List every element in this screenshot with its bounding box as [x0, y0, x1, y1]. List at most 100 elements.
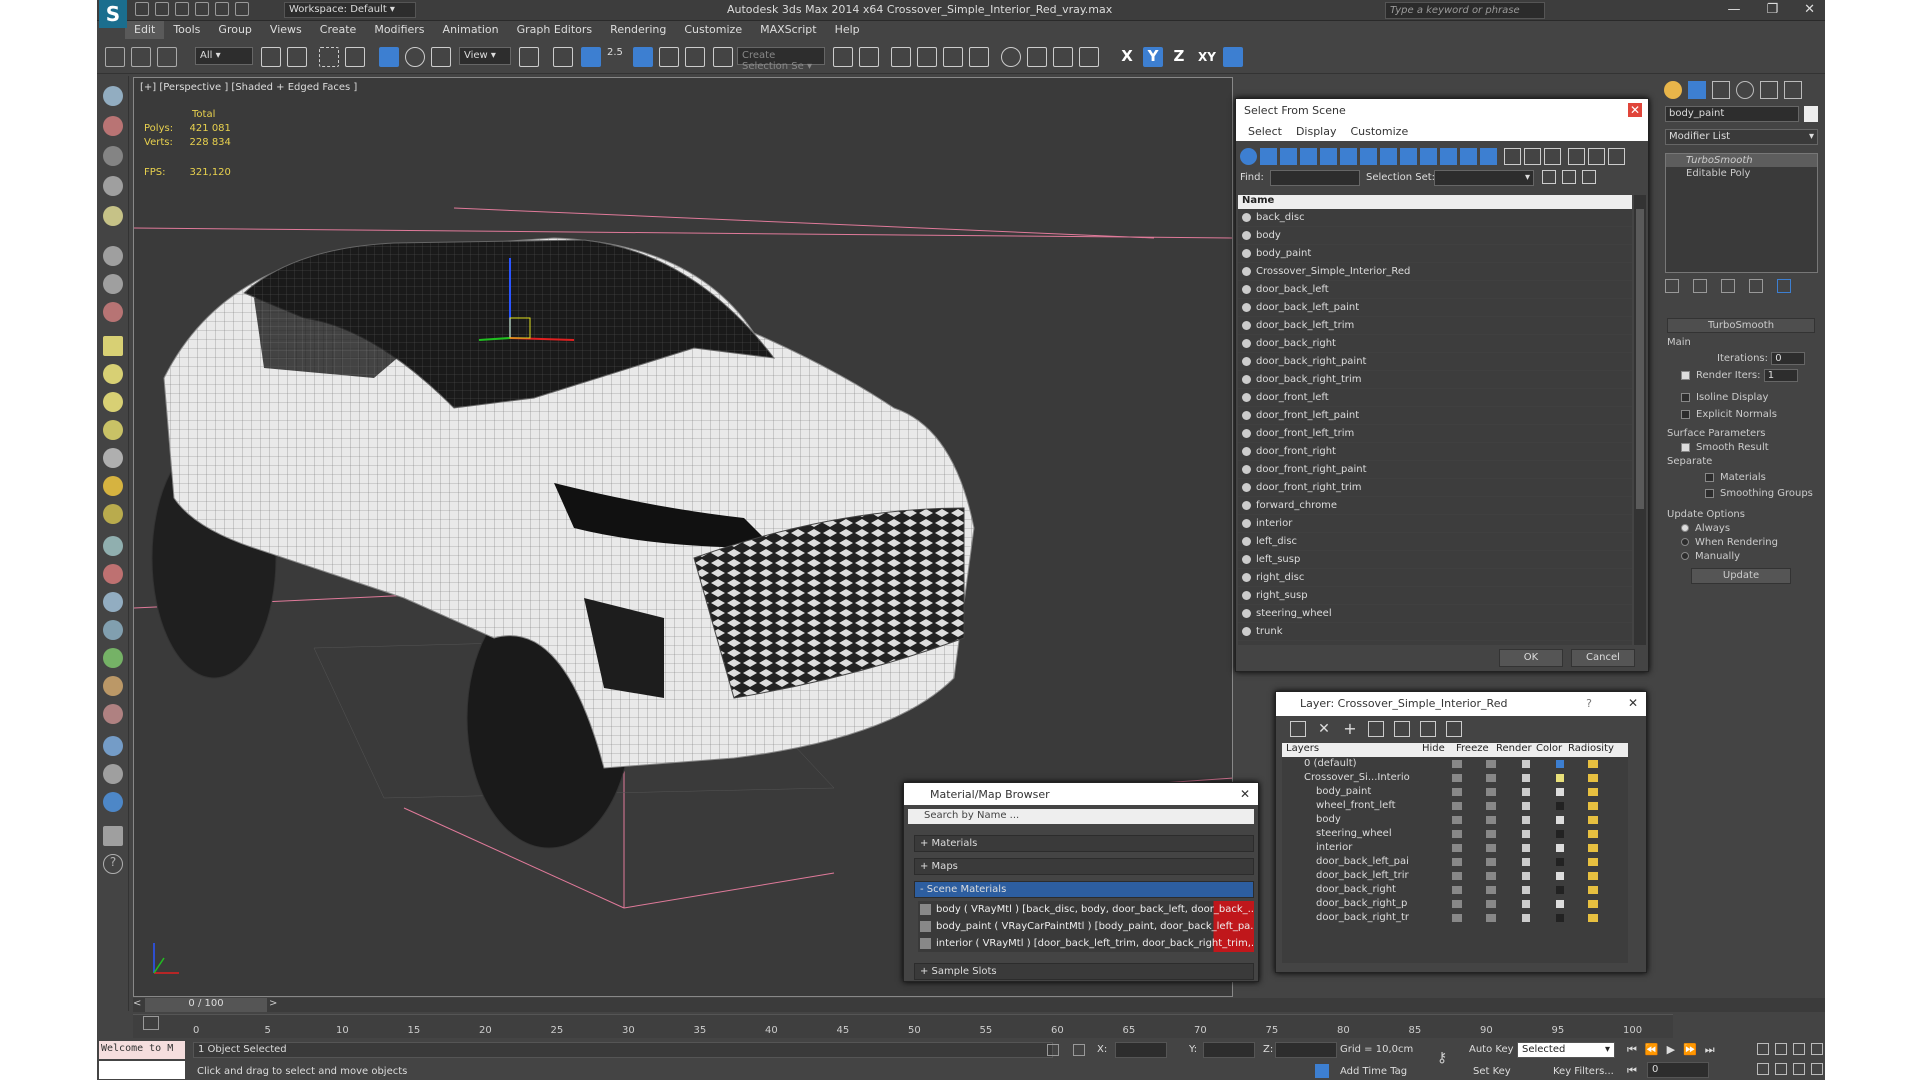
render-toggle-icon[interactable] — [1522, 774, 1530, 782]
materials-section[interactable]: + Materials — [914, 835, 1254, 852]
curve-editor-icon[interactable] — [943, 47, 963, 67]
open-file-icon[interactable] — [155, 2, 169, 16]
display-all-icon[interactable] — [1480, 148, 1497, 165]
remove-modifier-icon[interactable] — [1749, 279, 1763, 293]
axis-constraint-icon[interactable] — [1223, 47, 1243, 67]
display-helpers-icon[interactable] — [1320, 148, 1337, 165]
cancel-button[interactable]: Cancel — [1571, 649, 1635, 667]
freeze-toggle-icon[interactable] — [1486, 760, 1496, 768]
geosphere-icon[interactable] — [103, 392, 123, 412]
maps-section[interactable]: + Maps — [914, 858, 1254, 875]
hide-toggle-icon[interactable] — [1452, 900, 1462, 908]
rollout-title[interactable]: TurboSmooth — [1667, 318, 1815, 333]
prev-frame-icon[interactable]: < — [133, 998, 143, 1012]
orbit-icon[interactable] — [1793, 1063, 1805, 1075]
time-slider-thumb[interactable]: 0 / 100 — [145, 998, 267, 1012]
radiosity-icon[interactable] — [1588, 816, 1598, 824]
freeze-toggle-icon[interactable] — [1486, 830, 1496, 838]
layer-color-swatch[interactable] — [1556, 830, 1564, 838]
select-object-icon[interactable] — [261, 47, 281, 67]
menu-display[interactable]: Display — [1296, 125, 1337, 139]
save-file-icon[interactable] — [175, 2, 189, 16]
utilities-tab-icon[interactable] — [1784, 81, 1802, 99]
scene-object-item[interactable]: door_back_right_paint — [1238, 353, 1632, 371]
radiosity-icon[interactable] — [1588, 886, 1598, 894]
scene-material-item[interactable]: body_paint ( VRayCarPaintMtl ) [body_pai… — [918, 918, 1254, 935]
layer-color-swatch[interactable] — [1556, 886, 1564, 894]
freeze-all-layers-icon[interactable] — [1446, 721, 1462, 737]
light-icon[interactable] — [103, 206, 123, 226]
hide-toggle-icon[interactable] — [1452, 816, 1462, 824]
scene-object-item[interactable]: forward_chrome — [1238, 497, 1632, 515]
select-and-scale-icon[interactable] — [431, 47, 451, 67]
graphite-ribbon-icon[interactable] — [917, 47, 937, 67]
layer-row[interactable]: door_back_right_tr — [1282, 911, 1628, 925]
render-toggle-icon[interactable] — [1522, 830, 1530, 838]
display-space-warps-icon[interactable] — [1340, 148, 1357, 165]
scene-object-item[interactable]: door_front_left — [1238, 389, 1632, 407]
layer-manager-icon[interactable] — [891, 47, 911, 67]
make-unique-icon[interactable] — [1721, 279, 1735, 293]
layer-row[interactable]: body_paint — [1282, 785, 1628, 799]
menu-customize[interactable]: Customize — [675, 21, 751, 39]
layer-row[interactable]: body — [1282, 813, 1628, 827]
selection-filter-dropdown[interactable]: All ▾ — [195, 47, 253, 65]
hide-toggle-icon[interactable] — [1452, 844, 1462, 852]
mini-curve-editor-icon[interactable] — [143, 1016, 159, 1030]
snap-toggle-icon[interactable]: 2.5 — [607, 47, 627, 67]
layer-color-swatch[interactable] — [1556, 858, 1564, 866]
z-coordinate-field[interactable] — [1275, 1042, 1337, 1058]
helper-icon[interactable] — [103, 246, 123, 266]
render-toggle-icon[interactable] — [1522, 914, 1530, 922]
scene-object-item[interactable]: body_paint — [1238, 245, 1632, 263]
col-render[interactable]: Render — [1496, 743, 1536, 757]
radiosity-icon[interactable] — [1588, 900, 1598, 908]
layer-color-swatch[interactable] — [1556, 816, 1564, 824]
zoom-extents-all-icon[interactable] — [1811, 1043, 1823, 1055]
hide-toggle-icon[interactable] — [1452, 760, 1462, 768]
find-input[interactable] — [1270, 170, 1360, 186]
display-containers-icon[interactable] — [1420, 148, 1437, 165]
help-icon[interactable]: ? — [103, 854, 123, 874]
current-frame-field[interactable]: 0 — [1647, 1062, 1709, 1078]
radiosity-icon[interactable] — [1588, 788, 1598, 796]
freeze-toggle-icon[interactable] — [1486, 872, 1496, 880]
layer-row[interactable]: door_back_left_trir — [1282, 869, 1628, 883]
radiosity-icon[interactable] — [1588, 844, 1598, 852]
set-key-icon[interactable]: ⚷ — [1437, 1050, 1457, 1066]
named-selection-dropdown[interactable]: Create Selection Se ▾ — [737, 47, 825, 72]
rendered-frame-window-icon[interactable] — [1053, 47, 1073, 67]
scene-list-scroll-thumb[interactable] — [1636, 209, 1644, 509]
paint-icon[interactable] — [103, 146, 123, 166]
menu-create[interactable]: Create — [311, 21, 366, 39]
scene-object-item[interactable]: door_front_left_paint — [1238, 407, 1632, 425]
add-time-tag-button[interactable]: Add Time Tag — [1340, 1066, 1407, 1077]
layer-color-swatch[interactable] — [1556, 788, 1564, 796]
rectangle-selection-icon[interactable] — [319, 47, 339, 67]
menu-edit[interactable]: Edit — [125, 21, 165, 39]
radiosity-icon[interactable] — [1588, 830, 1598, 838]
radiosity-icon[interactable] — [1588, 914, 1598, 922]
set-key-button[interactable]: Set Key — [1473, 1066, 1511, 1077]
cone-icon[interactable] — [103, 448, 123, 468]
link-icon[interactable] — [105, 47, 125, 67]
layer-row[interactable]: interior — [1282, 841, 1628, 855]
freeze-toggle-icon[interactable] — [1486, 816, 1496, 824]
display-lights-icon[interactable] — [1280, 148, 1297, 165]
layer-row[interactable]: wheel_front_left — [1282, 799, 1628, 813]
auto-key-button[interactable]: Auto Key — [1469, 1044, 1514, 1055]
delete-set-icon[interactable] — [1582, 170, 1596, 184]
freeze-toggle-icon[interactable] — [1486, 886, 1496, 894]
explicit-normals-checkbox[interactable] — [1681, 409, 1690, 419]
hide-toggle-icon[interactable] — [1452, 858, 1462, 866]
select-objects-in-layer-icon[interactable] — [1368, 721, 1384, 737]
col-hide[interactable]: Hide — [1422, 743, 1456, 757]
display-hidden-icon[interactable] — [1460, 148, 1477, 165]
scene-object-item[interactable]: interior — [1238, 515, 1632, 533]
maximize-viewport-icon[interactable] — [1811, 1063, 1823, 1075]
configure-modifier-sets-icon[interactable] — [1777, 279, 1791, 293]
edit-named-selection-icon[interactable] — [713, 47, 733, 67]
axis-xy-button[interactable]: XY — [1197, 47, 1217, 67]
layer-color-swatch[interactable] — [1556, 872, 1564, 880]
select-and-rotate-icon[interactable] — [405, 47, 425, 67]
